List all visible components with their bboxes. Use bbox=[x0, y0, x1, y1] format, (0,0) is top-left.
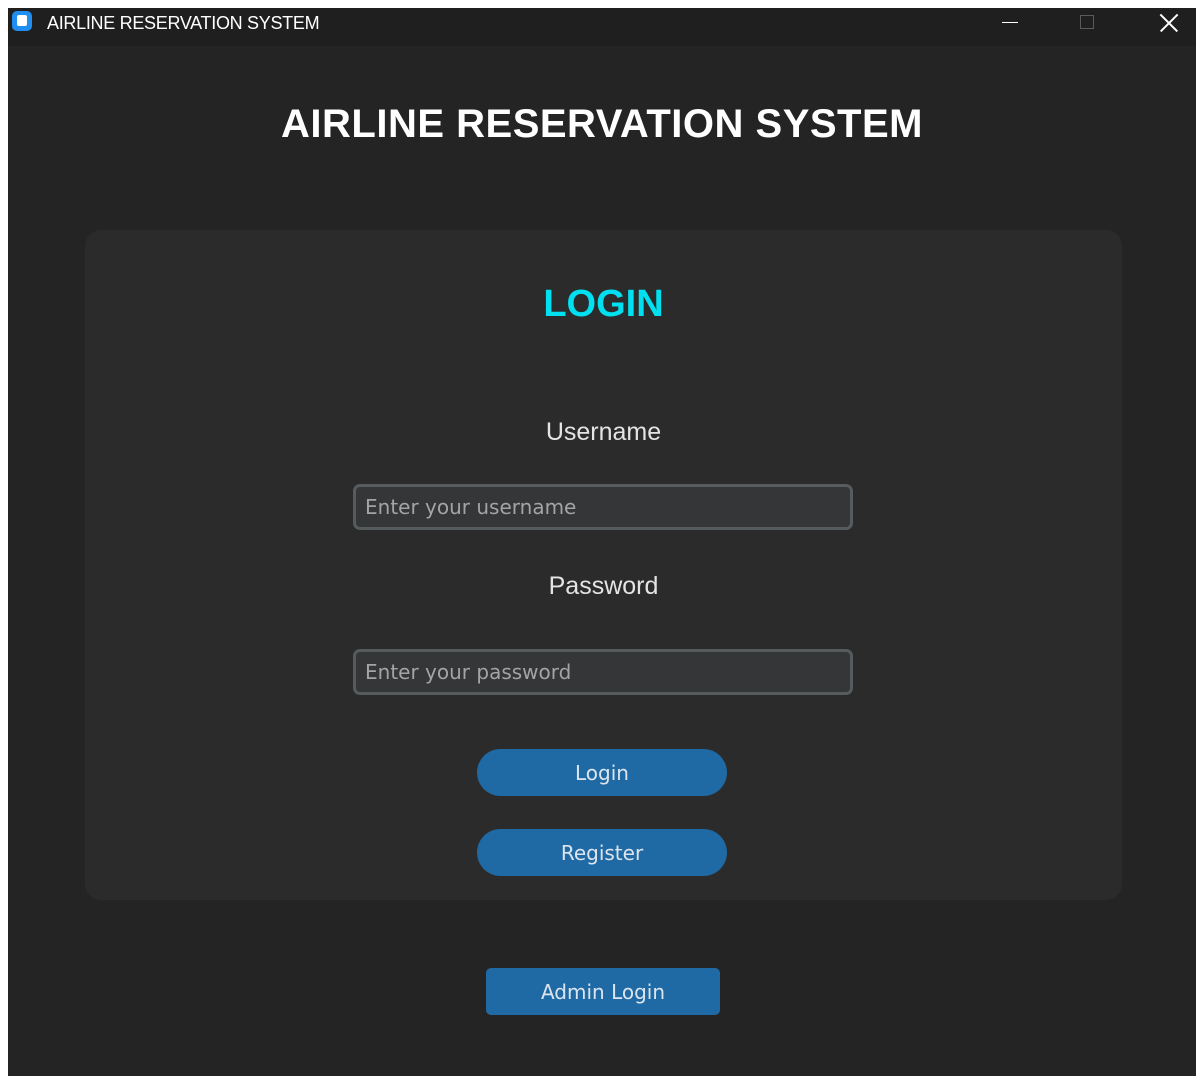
minimize-icon bbox=[1002, 22, 1018, 23]
password-label: Password bbox=[548, 572, 659, 600]
minimize-button[interactable] bbox=[974, 8, 1046, 38]
window-title: AIRLINE RESERVATION SYSTEM bbox=[47, 13, 320, 33]
login-button[interactable]: Login bbox=[477, 749, 727, 796]
username-input[interactable] bbox=[353, 484, 853, 530]
app-icon bbox=[12, 11, 32, 31]
close-icon bbox=[1160, 13, 1178, 31]
maximize-icon bbox=[1080, 15, 1094, 29]
register-button[interactable]: Register bbox=[477, 829, 727, 876]
title-bar: AIRLINE RESERVATION SYSTEM bbox=[8, 8, 1196, 46]
maximize-button[interactable] bbox=[1048, 8, 1120, 38]
close-button[interactable] bbox=[1124, 8, 1196, 38]
page-title: AIRLINE RESERVATION SYSTEM bbox=[281, 102, 923, 146]
password-input[interactable] bbox=[353, 649, 853, 695]
login-card: LOGIN Username Password Login Register bbox=[85, 230, 1122, 900]
login-heading: LOGIN bbox=[543, 283, 664, 325]
app-window: AIRLINE RESERVATION SYSTEM AIRLINE RESER… bbox=[8, 8, 1196, 1076]
admin-login-button[interactable]: Admin Login bbox=[486, 968, 720, 1015]
username-label: Username bbox=[545, 418, 662, 446]
